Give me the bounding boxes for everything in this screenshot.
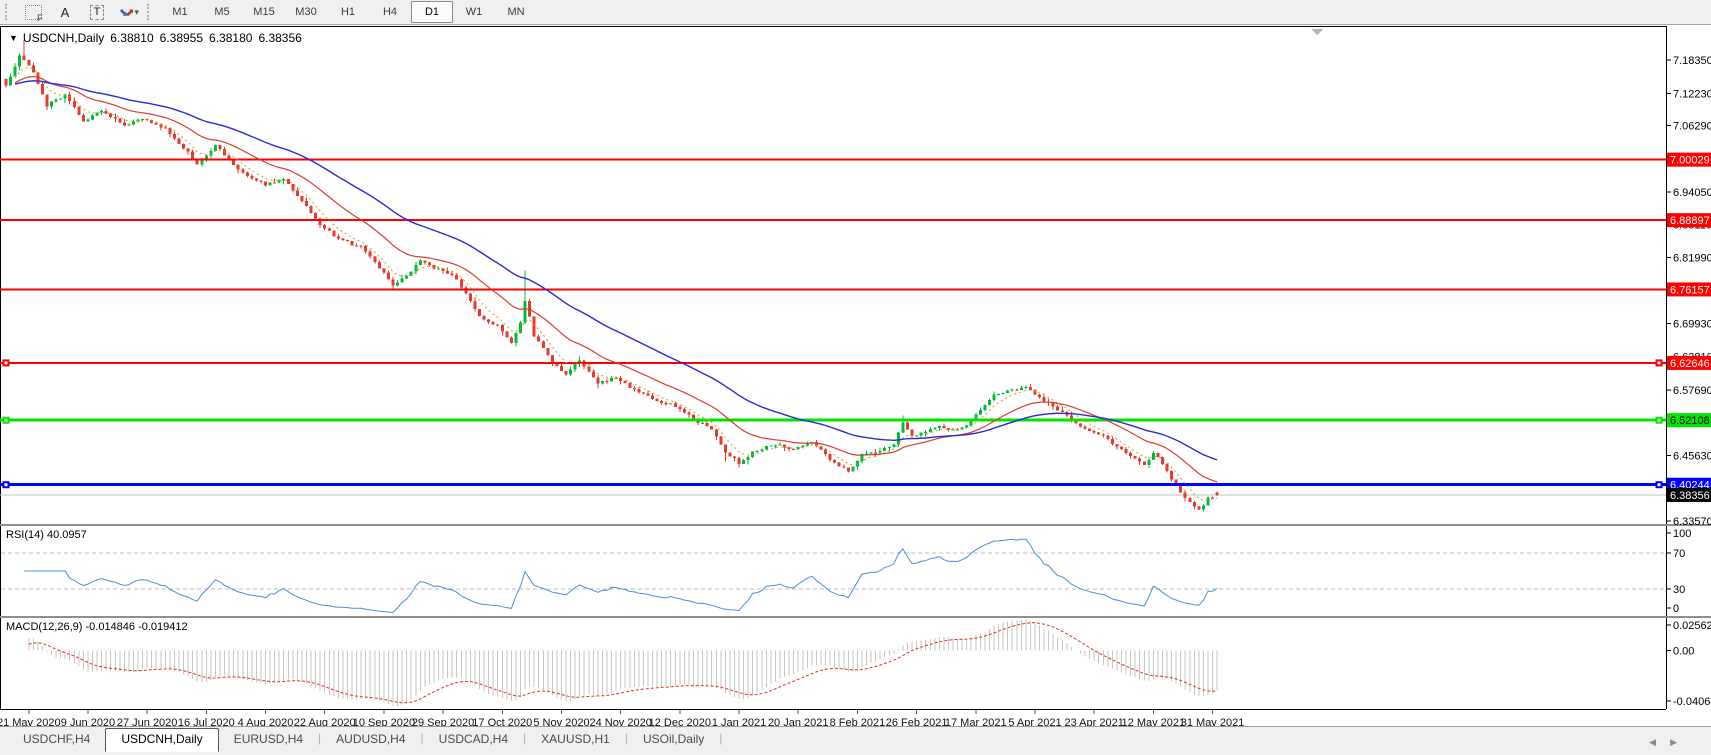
- svg-text:6.94050: 6.94050: [1673, 187, 1711, 199]
- rsi-pane-label: RSI(14) 40.0957: [6, 529, 87, 541]
- ohlc-open: 6.38810: [110, 31, 153, 45]
- svg-text:7.18350: 7.18350: [1673, 55, 1711, 67]
- chart-tab-usoil[interactable]: USOil,Daily: [628, 729, 719, 749]
- svg-text:0.025623: 0.025623: [1673, 620, 1711, 632]
- timeframe-button-h4[interactable]: H4: [369, 1, 411, 23]
- svg-text:6.52108: 6.52108: [1670, 415, 1710, 427]
- text-box-tool-button[interactable]: T: [82, 1, 112, 23]
- current-price-label: 6.38356: [1667, 488, 1711, 502]
- timeframe-button-d1[interactable]: D1: [411, 1, 453, 23]
- timeframe-button-h1[interactable]: H1: [327, 1, 369, 23]
- toolbar-grip[interactable]: [5, 4, 11, 20]
- ohlc-close: 6.38356: [258, 31, 301, 45]
- tab-scroll-controls: ◀ ▶: [1649, 737, 1677, 748]
- price-label-6.76157: 6.76157: [1667, 282, 1711, 296]
- chart-symbol-label: USDCNH,Daily: [23, 31, 104, 45]
- svg-text:6.88897: 6.88897: [1670, 215, 1710, 227]
- svg-text:7.12230: 7.12230: [1673, 88, 1711, 100]
- svg-text:6.76157: 6.76157: [1670, 284, 1710, 296]
- chart-tab-bar: USDCHF,H4USDCNH,DailyEURUSD,H4 | AUDUSD,H4…: [0, 726, 1711, 755]
- toolbar-grip-2[interactable]: [147, 4, 153, 20]
- svg-text:6.45630: 6.45630: [1673, 450, 1711, 462]
- price-label-7.00029: 7.00029: [1667, 153, 1711, 167]
- tabs-holder: USDCHF,H4USDCNH,DailyEURUSD,H4 | AUDUSD,H4…: [8, 727, 722, 752]
- svg-text:-0.040687: -0.040687: [1673, 696, 1711, 708]
- collapse-arrow-icon[interactable]: ▼: [9, 33, 18, 43]
- timeframe-button-m15[interactable]: M15: [243, 1, 285, 23]
- svg-text:0: 0: [1673, 603, 1679, 615]
- chart-tab-xauusd[interactable]: XAUUSD,H1: [526, 729, 625, 749]
- price-axis: 7.183507.122307.062906.940506.881106.819…: [1666, 55, 1711, 528]
- macd-values: -0.014846 -0.019412: [85, 621, 187, 633]
- price-label-6.62646: 6.62646: [1667, 356, 1711, 370]
- timeframe-button-group: M1M5M15M30H1H4D1W1MN: [159, 1, 537, 23]
- chart-tab-eurusd[interactable]: EURUSD,H4: [219, 729, 318, 749]
- svg-text:6.33570: 6.33570: [1673, 516, 1711, 528]
- arrow-objects-button[interactable]: ⬊⬈ ▾: [114, 1, 144, 23]
- grid-properties-button[interactable]: F: [18, 1, 48, 23]
- svg-text:7.00029: 7.00029: [1670, 155, 1710, 167]
- svg-text:0.00: 0.00: [1673, 645, 1694, 657]
- letter-a-icon: A: [61, 5, 70, 20]
- chevron-down-icon[interactable]: ▾: [134, 7, 139, 18]
- top-toolbar: F A T ⬊⬈ ▾ M1M5M15M30H1H4D1W1MN: [0, 0, 1711, 25]
- timeframe-button-mn[interactable]: MN: [495, 1, 537, 23]
- letter-t-icon: T: [90, 5, 105, 20]
- svg-text:6.38356: 6.38356: [1670, 490, 1710, 502]
- price-label-6.52108: 6.52108: [1667, 413, 1711, 427]
- mt4-terminal: { "toolbar": { "grid_tool_glyph": "F", "…: [0, 0, 1711, 755]
- ohlc-low: 6.38180: [209, 31, 252, 45]
- tab-scroll-right-icon[interactable]: ▶: [1670, 737, 1677, 748]
- tab-divider: |: [719, 731, 722, 745]
- dotted-grid-icon: F: [25, 5, 42, 20]
- tab-scroll-left-icon[interactable]: ◀: [1649, 737, 1656, 748]
- rsi-value: 40.0957: [47, 529, 87, 541]
- timeframe-button-w1[interactable]: W1: [453, 1, 495, 23]
- chart-frame: [0, 26, 1711, 726]
- chart-tab-usdchf[interactable]: USDCHF,H4: [8, 729, 105, 749]
- chart-tab-audusd[interactable]: AUDUSD,H4: [321, 729, 420, 749]
- chart-tab-usdcad[interactable]: USDCAD,H4: [424, 729, 523, 749]
- timeframe-button-m5[interactable]: M5: [201, 1, 243, 23]
- svg-text:6.81990: 6.81990: [1673, 253, 1711, 265]
- chart-title: ▼ USDCNH,Daily 6.38810 6.38955 6.38180 6…: [9, 31, 302, 45]
- svg-text:30: 30: [1673, 584, 1685, 596]
- chart-tab-usdcnh[interactable]: USDCNH,Daily: [105, 728, 218, 752]
- svg-text:100: 100: [1673, 528, 1691, 540]
- timeframe-button-m30[interactable]: M30: [285, 1, 327, 23]
- font-tool-button[interactable]: A: [50, 1, 80, 23]
- svg-text:6.62646: 6.62646: [1670, 358, 1710, 370]
- macd-pane-label: MACD(12,26,9) -0.014846 -0.019412: [6, 621, 188, 633]
- arrows-icon: ⬊⬈: [119, 6, 131, 19]
- svg-text:6.69930: 6.69930: [1673, 318, 1711, 330]
- chart-canvas[interactable]: 7.183507.122307.062906.940506.881106.819…: [0, 0, 1711, 755]
- timeframe-button-m1[interactable]: M1: [159, 1, 201, 23]
- ohlc-high: 6.38955: [160, 31, 203, 45]
- price-label-6.88897: 6.88897: [1667, 213, 1711, 227]
- svg-text:70: 70: [1673, 548, 1685, 560]
- svg-text:7.06290: 7.06290: [1673, 121, 1711, 133]
- svg-text:6.57690: 6.57690: [1673, 385, 1711, 397]
